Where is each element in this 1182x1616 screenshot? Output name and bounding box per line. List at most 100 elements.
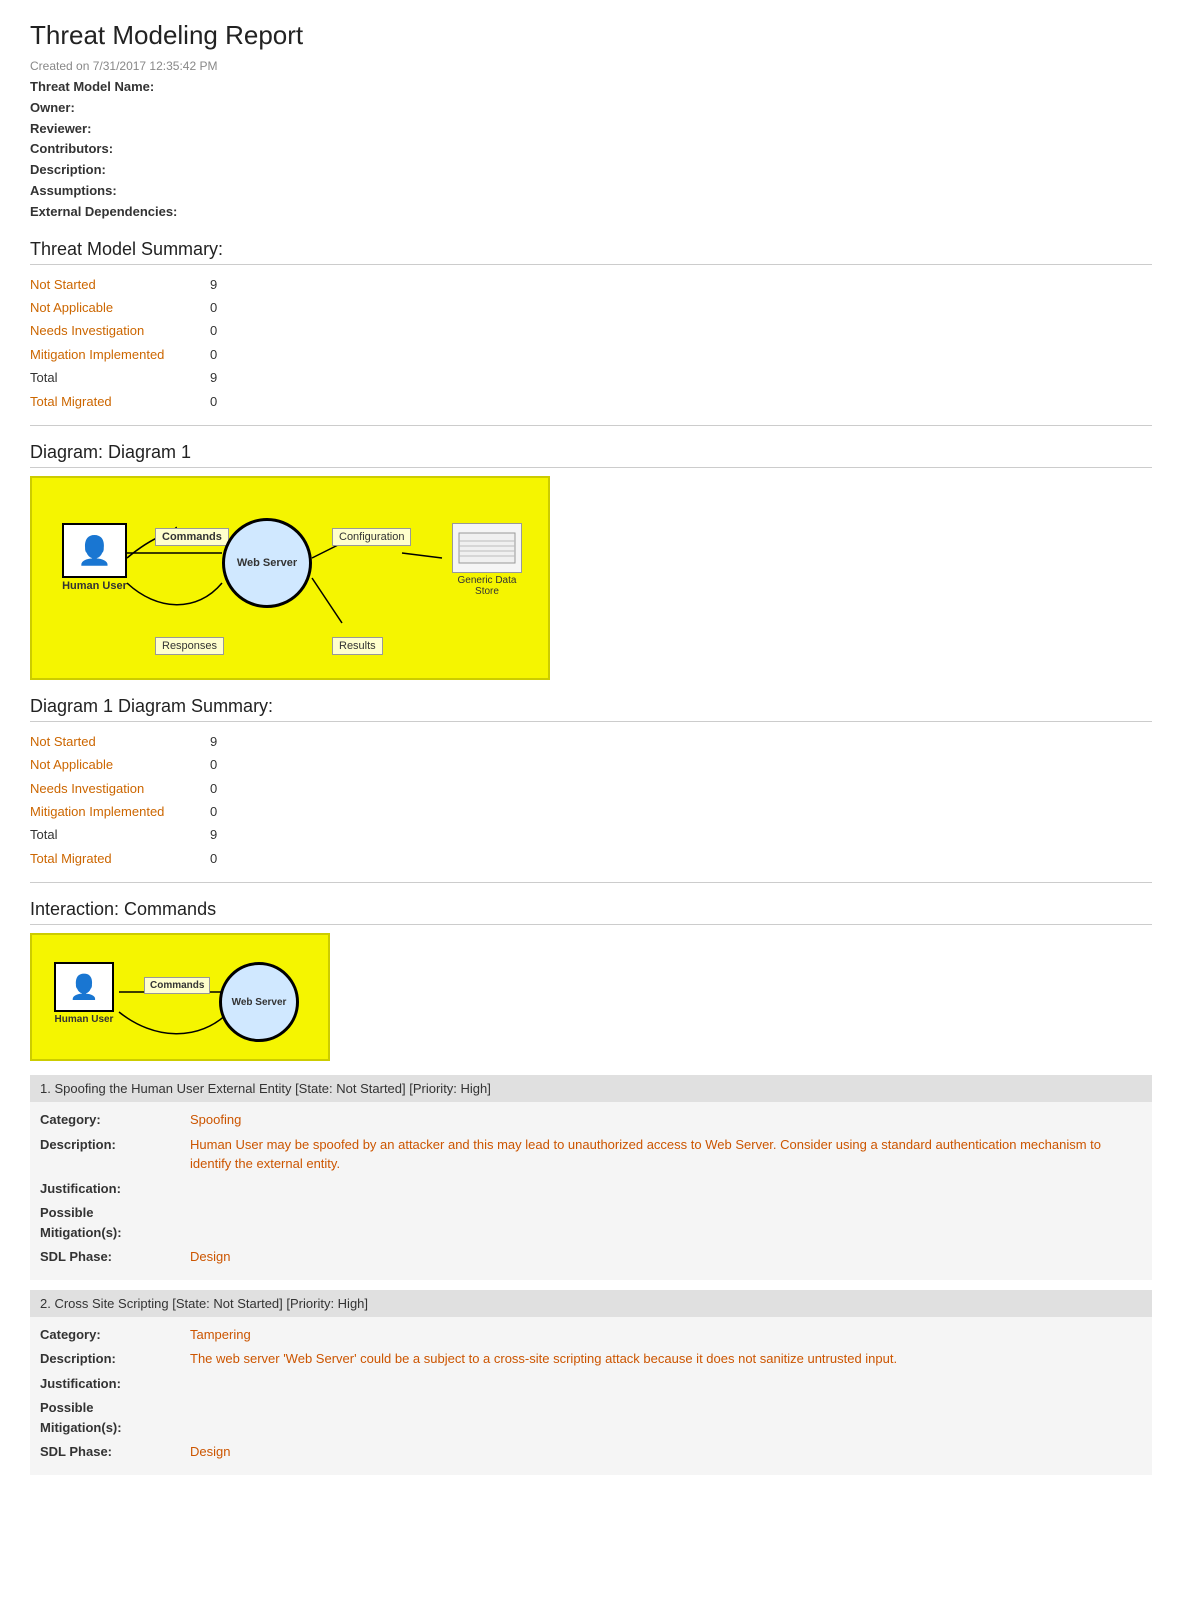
interaction-commands-box: Commands <box>144 977 210 994</box>
summary-row: Not Applicable0 <box>30 753 1152 776</box>
interaction-person-icon: 👤 <box>69 973 99 1002</box>
created-date: Created on 7/31/2017 12:35:42 PM <box>30 59 1152 73</box>
summary-label: Total Migrated <box>30 847 210 870</box>
summary-row: Total9 <box>30 366 1152 389</box>
diagram-full: 👤 Human User Commands Web Server Configu… <box>30 476 550 680</box>
meta-section: Created on 7/31/2017 12:35:42 PM Threat … <box>30 59 1152 223</box>
interaction-webserver-ellipse: Web Server <box>219 962 299 1042</box>
divider-2 <box>30 882 1152 883</box>
description-value: Human User may be spoofed by an attacker… <box>190 1135 1142 1174</box>
threats-container: 1. Spoofing the Human User External Enti… <box>30 1075 1152 1475</box>
summary-row: Not Started9 <box>30 273 1152 296</box>
entity-human-user: 👤 Human User <box>57 523 132 592</box>
summary-label: Mitigation Implemented <box>30 800 210 823</box>
threat-mitigation-row: PossibleMitigation(s): <box>40 1398 1142 1437</box>
diagram-summary-heading: Diagram 1 Diagram Summary: <box>30 696 1152 722</box>
threat-mitigation-row: PossibleMitigation(s): <box>40 1203 1142 1242</box>
meta-owner: Owner: <box>30 98 1152 119</box>
summary-heading: Threat Model Summary: <box>30 239 1152 265</box>
summary-label: Not Applicable <box>30 296 210 319</box>
summary-row: Mitigation Implemented0 <box>30 343 1152 366</box>
entity-web-server: Web Server <box>222 518 312 608</box>
page-title: Threat Modeling Report <box>30 20 1152 51</box>
threat-body: Category:TamperingDescription:The web se… <box>30 1317 1152 1475</box>
diagram-summary-table: Not Started9Not Applicable0Needs Investi… <box>30 730 1152 870</box>
person-icon: 👤 <box>77 534 112 567</box>
diagram-inner: 👤 Human User Commands Web Server Configu… <box>47 493 537 663</box>
meta-reviewer: Reviewer: <box>30 119 1152 140</box>
web-server-label: Web Server <box>237 557 297 569</box>
meta-assumptions: Assumptions: <box>30 181 1152 202</box>
results-label-box: Results <box>332 637 383 655</box>
summary-label: Total <box>30 366 210 389</box>
web-server-ellipse: Web Server <box>222 518 312 608</box>
description-value: The web server 'Web Server' could be a s… <box>190 1349 1142 1369</box>
meta-contributors: Contributors: <box>30 139 1152 160</box>
threat-body: Category:SpoofingDescription:Human User … <box>30 1102 1152 1280</box>
summary-label: Mitigation Implemented <box>30 343 210 366</box>
threat-sdl-row: SDL Phase:Design <box>40 1442 1142 1462</box>
category-label: Category: <box>40 1110 190 1130</box>
summary-row: Total9 <box>30 823 1152 846</box>
justification-value <box>190 1179 1142 1199</box>
summary-value: 0 <box>210 390 217 413</box>
meta-model-name: Threat Model Name: <box>30 77 1152 98</box>
summary-row: Total Migrated0 <box>30 390 1152 413</box>
summary-label: Not Started <box>30 273 210 296</box>
data-store-label: Generic Data Store <box>447 575 527 597</box>
sdl-label: SDL Phase: <box>40 1442 190 1462</box>
justification-value <box>190 1374 1142 1394</box>
summary-label: Total Migrated <box>30 390 210 413</box>
mitigation-value <box>190 1203 1142 1242</box>
diagram-heading: Diagram: Diagram 1 <box>30 442 1152 468</box>
entity-data-store: Generic Data Store <box>447 523 527 597</box>
summary-value: 9 <box>210 273 217 296</box>
summary-row: Mitigation Implemented0 <box>30 800 1152 823</box>
summary-label: Not Started <box>30 730 210 753</box>
mitigation-label: PossibleMitigation(s): <box>40 1398 190 1437</box>
interaction-web-server: Web Server <box>219 962 299 1042</box>
sdl-value: Design <box>190 1247 1142 1267</box>
threat-header: 2. Cross Site Scripting [State: Not Star… <box>30 1290 1152 1317</box>
summary-row: Needs Investigation0 <box>30 319 1152 342</box>
summary-row: Total Migrated0 <box>30 847 1152 870</box>
category-label: Category: <box>40 1325 190 1345</box>
justification-label: Justification: <box>40 1374 190 1394</box>
interaction-heading: Interaction: Commands <box>30 899 1152 925</box>
summary-value: 0 <box>210 319 217 342</box>
threat-header: 1. Spoofing the Human User External Enti… <box>30 1075 1152 1102</box>
summary-label: Needs Investigation <box>30 319 210 342</box>
mitigation-label: PossibleMitigation(s): <box>40 1203 190 1242</box>
category-value: Spoofing <box>190 1110 1142 1130</box>
interaction-diagram: 👤 Human User Commands Web Server <box>30 933 330 1061</box>
threat-justification-row: Justification: <box>40 1179 1142 1199</box>
meta-description: Description: <box>30 160 1152 181</box>
summary-table: Not Started9Not Applicable0Needs Investi… <box>30 273 1152 413</box>
human-user-box: 👤 <box>62 523 127 578</box>
summary-value: 0 <box>210 753 217 776</box>
summary-row: Not Applicable0 <box>30 296 1152 319</box>
summary-label: Not Applicable <box>30 753 210 776</box>
summary-value: 0 <box>210 777 217 800</box>
responses-label-box: Responses <box>155 637 224 655</box>
description-label: Description: <box>40 1135 190 1174</box>
summary-value: 0 <box>210 847 217 870</box>
summary-label: Total <box>30 823 210 846</box>
threat-sdl-row: SDL Phase:Design <box>40 1247 1142 1267</box>
commands-label-box: Commands <box>155 528 229 546</box>
summary-value: 0 <box>210 296 217 319</box>
summary-label: Needs Investigation <box>30 777 210 800</box>
interaction-human-box: 👤 <box>54 962 114 1012</box>
sdl-value: Design <box>190 1442 1142 1462</box>
threat-category-row: Category:Spoofing <box>40 1110 1142 1130</box>
summary-value: 0 <box>210 343 217 366</box>
summary-value: 0 <box>210 800 217 823</box>
interaction-human-label: Human User <box>49 1014 119 1025</box>
threat-justification-row: Justification: <box>40 1374 1142 1394</box>
interaction-webserver-label: Web Server <box>232 997 287 1008</box>
human-user-label: Human User <box>57 580 132 592</box>
summary-row: Not Started9 <box>30 730 1152 753</box>
threat-description-row: Description:The web server 'Web Server' … <box>40 1349 1142 1369</box>
divider-1 <box>30 425 1152 426</box>
data-store-shape <box>452 523 522 573</box>
